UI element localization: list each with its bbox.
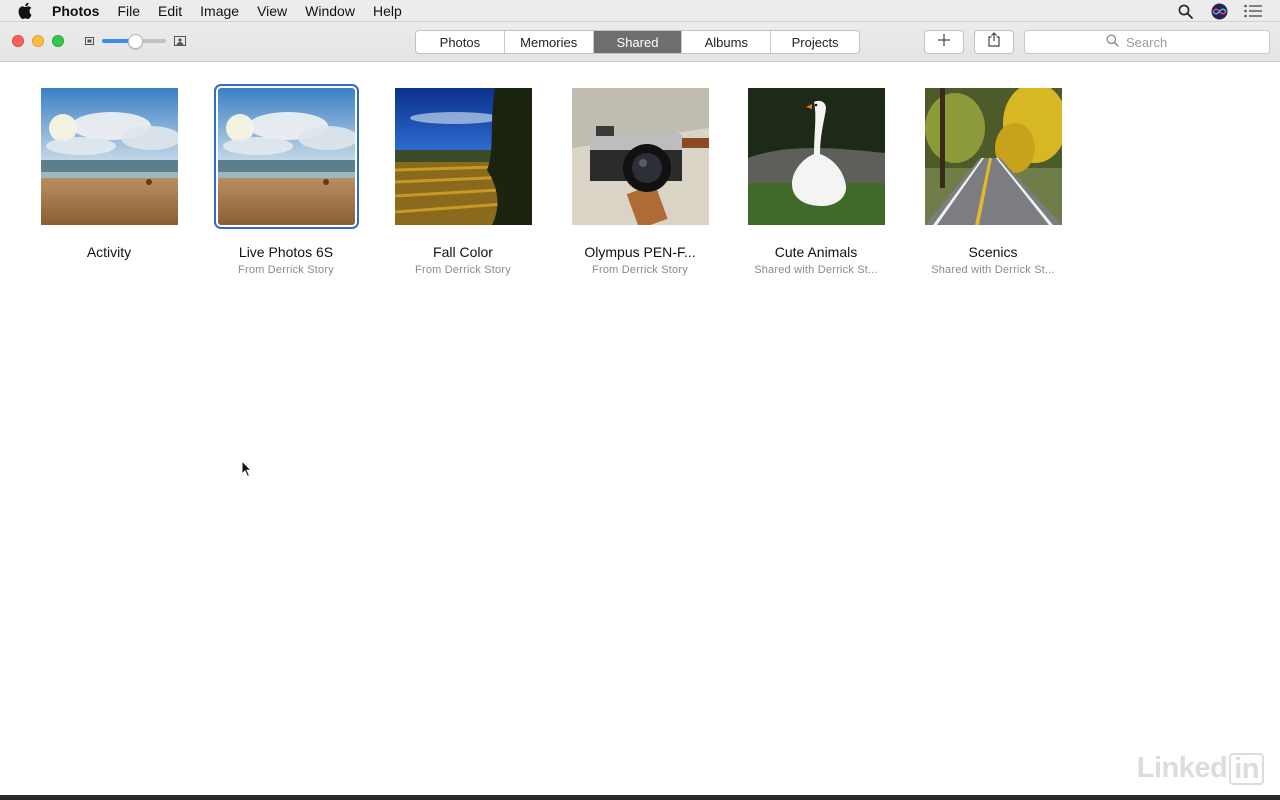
slider-knob[interactable] [128, 34, 143, 49]
share-button[interactable] [974, 30, 1014, 54]
notification-center-icon[interactable] [1244, 2, 1262, 20]
menu-image[interactable]: Image [191, 0, 248, 22]
menu-window[interactable]: Window [296, 0, 364, 22]
album-thumbnail[interactable] [571, 88, 709, 225]
album-title: Olympus PEN-F... [584, 244, 696, 260]
album-subtitle: Shared with Derrick St... [931, 264, 1055, 276]
window-toolbar: Photos Memories Shared Albums Projects [0, 22, 1280, 62]
apple-logo-icon[interactable] [18, 2, 36, 20]
menu-extras [1176, 0, 1262, 22]
tab-photos[interactable]: Photos [416, 31, 505, 53]
menu-view[interactable]: View [248, 0, 296, 22]
menu-file[interactable]: File [108, 0, 149, 22]
album-live-photos-6s[interactable]: Live Photos 6S From Derrick Story [201, 84, 371, 276]
small-thumbnail-icon [84, 36, 94, 46]
view-tabs: Photos Memories Shared Albums Projects [415, 30, 860, 54]
window-minimize-button[interactable] [32, 35, 44, 47]
menu-help[interactable]: Help [364, 0, 411, 22]
album-scenics[interactable]: Scenics Shared with Derrick St... [908, 88, 1078, 276]
watermark-text: Linked [1136, 752, 1228, 784]
album-title: Cute Animals [774, 244, 858, 260]
tab-projects[interactable]: Projects [771, 31, 859, 53]
share-icon [988, 32, 1000, 52]
siri-icon[interactable] [1210, 2, 1228, 20]
album-subtitle: From Derrick Story [592, 264, 688, 276]
menu-app-photos[interactable]: Photos [52, 0, 108, 22]
album-cute-animals[interactable]: Cute Animals Shared with Derrick St... [731, 88, 901, 276]
album-thumbnail[interactable] [40, 88, 178, 225]
mouse-pointer-icon [241, 459, 253, 478]
album-thumbnail[interactable] [394, 88, 532, 225]
album-thumbnail[interactable] [924, 88, 1062, 225]
album-olympus-pen-f[interactable]: Olympus PEN-F... From Derrick Story [555, 88, 725, 276]
album-title: Fall Color [433, 244, 493, 260]
watermark-box: in [1229, 752, 1264, 785]
tab-shared[interactable]: Shared [593, 31, 683, 53]
window-zoom-button[interactable] [52, 35, 64, 47]
spotlight-search-icon[interactable] [1176, 2, 1194, 20]
bottom-edge [0, 795, 1280, 800]
album-title: Activity [86, 244, 132, 260]
album-thumbnail[interactable] [213, 84, 359, 229]
tab-memories[interactable]: Memories [505, 31, 594, 53]
search-icon [1106, 34, 1119, 50]
traffic-lights [12, 35, 64, 47]
album-activity[interactable]: Activity [24, 88, 194, 264]
album-subtitle: Shared with Derrick St... [754, 264, 878, 276]
album-subtitle: From Derrick Story [238, 264, 334, 276]
thumbnail-size-slider[interactable] [84, 34, 186, 49]
menu-bar: Photos File Edit Image View Window Help [0, 0, 1280, 22]
window-close-button[interactable] [12, 35, 24, 47]
linkedin-watermark: Linked in [1137, 752, 1264, 785]
slider-track[interactable] [102, 34, 166, 49]
album-title: Live Photos 6S [238, 244, 334, 260]
album-subtitle: From Derrick Story [415, 264, 511, 276]
large-thumbnail-icon [174, 35, 186, 47]
tab-albums[interactable]: Albums [682, 31, 772, 53]
album-thumbnail[interactable] [747, 88, 885, 225]
album-fall-color[interactable]: Fall Color From Derrick Story [378, 88, 548, 276]
search-input[interactable] [1124, 33, 1188, 51]
album-title: Scenics [968, 244, 1018, 260]
plus-icon [938, 33, 950, 51]
menu-edit[interactable]: Edit [149, 0, 191, 22]
search-field[interactable] [1024, 30, 1270, 54]
add-button[interactable] [924, 30, 964, 54]
